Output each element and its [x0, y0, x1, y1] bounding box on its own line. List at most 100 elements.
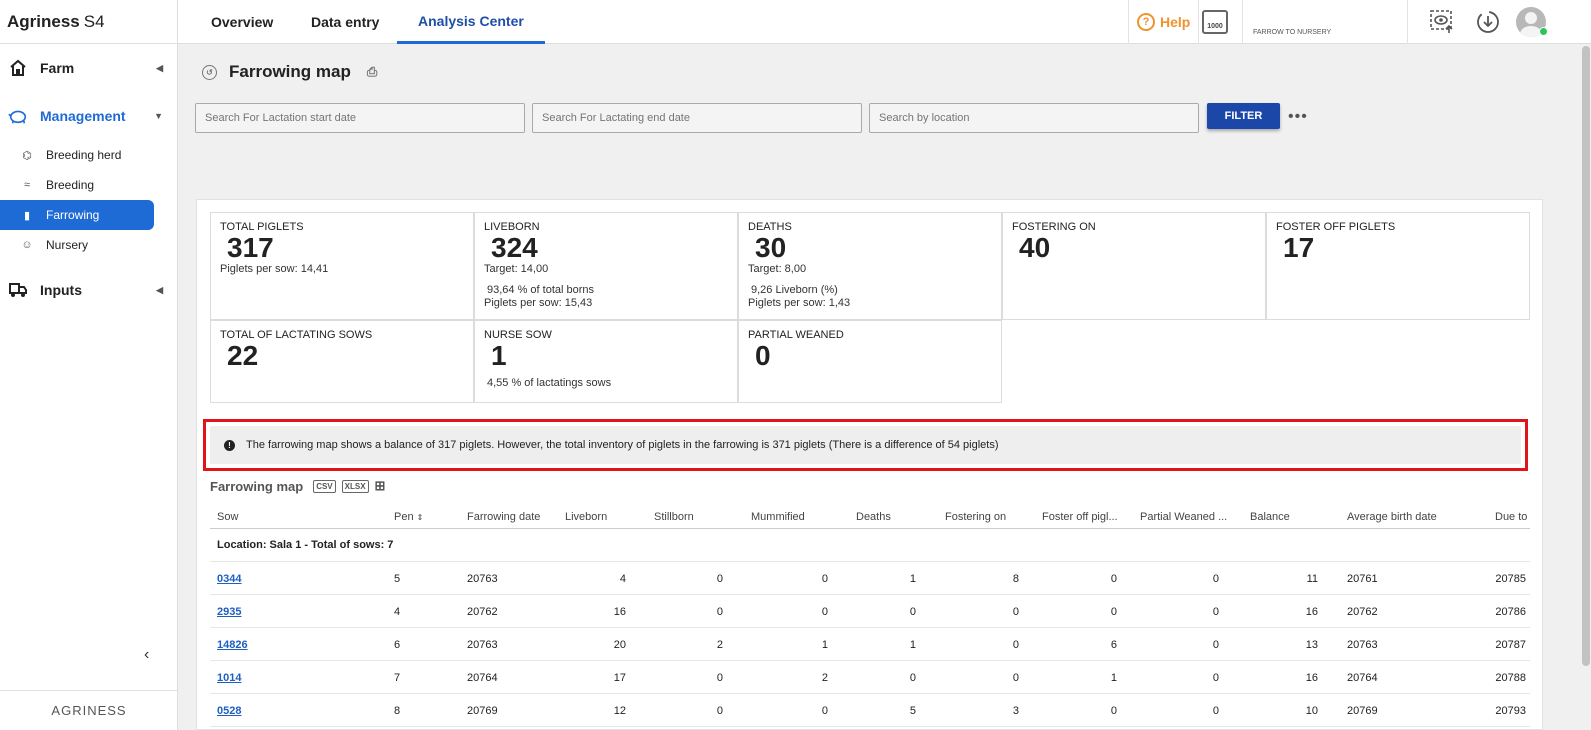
column-header-farrowing-date[interactable]: Farrowing date: [467, 511, 540, 523]
xlsx-export-icon[interactable]: XLSX: [341, 479, 369, 493]
column-header-sow[interactable]: Sow: [217, 511, 238, 523]
sort-icon[interactable]: ⇕: [417, 513, 424, 522]
column-header-fostering-on[interactable]: Fostering on: [945, 511, 1006, 523]
table-row[interactable]: 2935 4 20762 16 0 0 0 0 0 0 16 20762 207…: [210, 595, 1530, 628]
sow-link[interactable]: 0344: [217, 573, 241, 585]
farm-selector[interactable]: FARROW TO NURSERY: [1242, 0, 1408, 44]
cell-foster-off: 0: [1110, 705, 1117, 717]
caret-left-icon: ◀: [156, 62, 163, 73]
column-header-pen[interactable]: Pen ⇕: [394, 511, 423, 523]
sidebar: Agriness S4 Farm ◀ Management ▼ ⌬ Breedi…: [0, 0, 178, 730]
kpi-deaths: DEATHS 30 Target: 8,00 9,26 Liveborn (%)…: [738, 212, 1002, 320]
help-label: Help: [1160, 14, 1191, 30]
sow-link[interactable]: 2935: [217, 606, 241, 618]
column-header-average-birth-date[interactable]: Average birth date: [1347, 511, 1437, 523]
history-back-icon[interactable]: ↺: [202, 64, 217, 80]
cell-deaths: 1: [909, 573, 916, 585]
kpi-value: 30: [755, 232, 787, 263]
print-icon[interactable]: ⎙: [367, 64, 377, 80]
column-header-liveborn[interactable]: Liveborn: [565, 511, 607, 523]
cell-balance: 16: [1305, 606, 1318, 618]
table-row[interactable]: 1014 7 20764 17 0 2 0 0 1 0 16 20764 207…: [210, 661, 1530, 694]
column-header-mummified[interactable]: Mummified: [751, 511, 805, 523]
collapse-sidebar-icon[interactable]: ‹: [144, 646, 149, 664]
kpi-value: 22: [227, 340, 259, 371]
column-settings-icon[interactable]: ⊞: [375, 478, 386, 494]
cell-average-birth-date: 20769: [1347, 705, 1378, 717]
cell-partial-weaned: 0: [1212, 639, 1219, 651]
cell-average-birth-date: 20763: [1347, 639, 1378, 651]
app-brand[interactable]: Agriness S4: [0, 0, 177, 44]
cell-foster-off: 0: [1110, 606, 1117, 618]
filter-button[interactable]: FILTER: [1207, 103, 1280, 129]
lactation-start-search-input[interactable]: [195, 103, 525, 133]
table-header: Sow Pen ⇕ Farrowing date Liveborn Stillb…: [210, 507, 1530, 529]
sidebar-group-label: Inputs: [40, 282, 82, 298]
sidebar-group-inputs[interactable]: Inputs ◀: [0, 266, 177, 314]
tab-data-entry[interactable]: Data entry: [311, 0, 379, 44]
sow-link[interactable]: 0528: [217, 705, 241, 717]
cell-liveborn: 16: [613, 606, 626, 618]
kpi-partial-weaned: PARTIAL WEANED 0: [738, 320, 1002, 403]
sidebar-item-farrowing[interactable]: ▮ Farrowing: [0, 200, 154, 230]
cell-deaths: 1: [909, 639, 916, 651]
sidebar-item-breeding-herd[interactable]: ⌬ Breeding herd: [0, 140, 177, 170]
column-header-foster-off[interactable]: Foster off pigl...: [1042, 511, 1118, 523]
table-title-bar: Farrowing map CSV XLSX ⊞: [210, 478, 385, 494]
location-group-row[interactable]: Location: Sala 1 - Total of sows: 7: [210, 529, 1530, 562]
cell-balance: 13: [1305, 639, 1318, 651]
truck-icon: [8, 280, 28, 300]
table-row[interactable]: 0344 5 20763 4 0 0 1 8 0 0 11 20761 2078…: [210, 562, 1530, 595]
tab-overview[interactable]: Overview: [211, 0, 273, 44]
cell-balance: 16: [1305, 672, 1318, 684]
more-options-icon[interactable]: •••: [1288, 108, 1308, 126]
tab-analysis-center[interactable]: Analysis Center: [397, 0, 545, 44]
sow-link[interactable]: 14826: [217, 639, 248, 651]
location-search-input[interactable]: [869, 103, 1199, 133]
column-header-due-to[interactable]: Due to: [1495, 511, 1527, 523]
page-scrollbar[interactable]: [1581, 44, 1591, 730]
download-icon[interactable]: [1474, 8, 1502, 36]
csv-export-icon[interactable]: CSV: [313, 479, 336, 493]
kpi-value: 324: [491, 232, 538, 263]
column-header-balance[interactable]: Balance: [1250, 511, 1290, 523]
cell-farrowing-date: 20762: [467, 606, 498, 618]
cell-liveborn: 12: [613, 705, 626, 717]
cell-due-to: 20787: [1495, 639, 1526, 651]
cell-deaths: 0: [909, 672, 916, 684]
cell-foster-off: 0: [1110, 573, 1117, 585]
cell-fostering-on: 0: [1012, 606, 1019, 618]
lactation-end-search-input[interactable]: [532, 103, 862, 133]
sow-link[interactable]: 1014: [217, 672, 241, 684]
sidebar-group-label: Management: [40, 108, 126, 124]
online-status-dot: [1539, 27, 1548, 36]
piggy-bank-icon: [8, 106, 28, 126]
help-button[interactable]: ? Help: [1128, 0, 1200, 44]
kpi-foster-off: FOSTER OFF PIGLETS 17: [1266, 212, 1530, 320]
table-row[interactable]: 0528 8 20769 12 0 0 5 3 0 0 10 20769 207…: [210, 694, 1530, 727]
cell-pen: 7: [394, 672, 401, 684]
sidebar-group-label: Farm: [40, 60, 75, 76]
column-header-stillborn[interactable]: Stillborn: [654, 511, 694, 523]
cell-mummified: 0: [821, 573, 828, 585]
kpi-sub: Piglets per sow: 14,41: [220, 263, 329, 275]
column-header-partial-weaned[interactable]: Partial Weaned ...: [1140, 511, 1227, 523]
sidebar-group-management[interactable]: Management ▼: [0, 92, 177, 140]
sidebar-item-label: Breeding: [46, 178, 95, 192]
cell-mummified: 0: [821, 705, 828, 717]
kpi-target: Target: 8,00: [748, 263, 807, 275]
kpi-liveborn: LIVEBORN 324 Target: 14,00 93,64 % of to…: [474, 212, 738, 320]
column-header-deaths[interactable]: Deaths: [856, 511, 891, 523]
calendar-icon[interactable]: 1000: [1202, 10, 1228, 34]
page-title-bar: ↺ Farrowing map ⎙: [202, 62, 377, 82]
sidebar-group-farm[interactable]: Farm ◀: [0, 44, 177, 92]
table-row[interactable]: 14826 6 20763 20 2 1 1 0 6 0 13 20763 20…: [210, 628, 1530, 661]
cell-liveborn: 17: [613, 672, 626, 684]
cell-liveborn: 20: [613, 639, 626, 651]
sidebar-item-nursery[interactable]: ☺ Nursery: [0, 230, 177, 260]
page-title: Farrowing map: [229, 62, 351, 81]
scrollbar-thumb[interactable]: [1582, 46, 1590, 666]
piglet-face-icon: ☺: [21, 239, 33, 251]
eye-upload-icon[interactable]: [1428, 8, 1456, 36]
sidebar-item-breeding[interactable]: ≈ Breeding: [0, 170, 177, 200]
